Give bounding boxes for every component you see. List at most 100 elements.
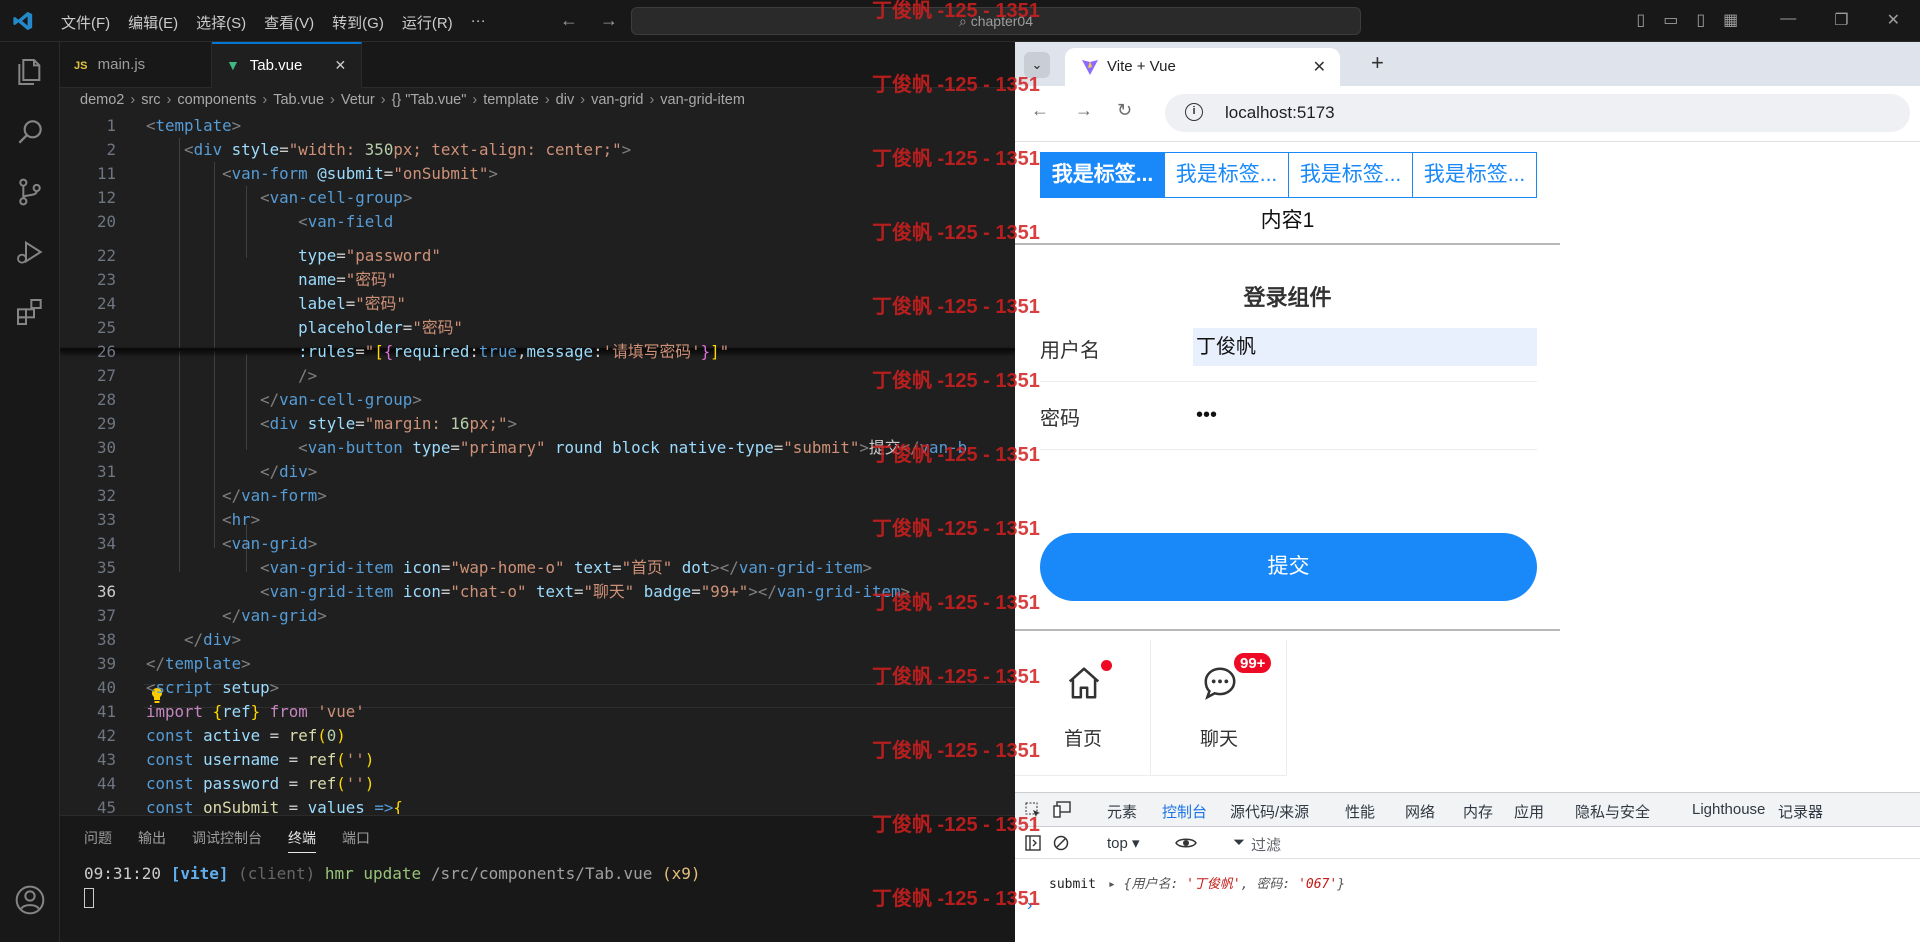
devtools-tab[interactable]: 控制台 xyxy=(1162,801,1208,829)
vant-tab[interactable]: 我是标签... xyxy=(1289,153,1413,197)
devtools-tab[interactable]: 网络 xyxy=(1405,801,1435,822)
devtools-tab[interactable]: Lighthouse xyxy=(1692,801,1765,818)
breadcrumb-separator-icon: › xyxy=(472,92,478,108)
code-token: = xyxy=(450,438,460,457)
site-info-icon[interactable]: i xyxy=(1185,103,1203,121)
close-icon[interactable]: ✕ xyxy=(334,57,346,73)
menu-item[interactable]: 选择(S) xyxy=(187,12,255,33)
console-username: '丁俊帆' xyxy=(1186,877,1241,892)
menu-item[interactable]: 查看(V) xyxy=(255,12,323,33)
code-editor[interactable]: 1 <template> 2 <div style="width: 350px; t… xyxy=(60,114,1015,814)
badge: 99+ xyxy=(1233,652,1273,674)
address-bar[interactable]: i localhost:5173 xyxy=(1165,94,1910,132)
tab-search-chevron-icon[interactable]: ⌄ xyxy=(1024,52,1050,78)
panel-tab[interactable]: 调试控制台 xyxy=(192,828,262,853)
breadcrumb-item[interactable]: Vetur xyxy=(341,92,375,108)
username-input[interactable]: 丁俊帆 xyxy=(1193,328,1537,366)
vant-tab[interactable]: 我是标签... xyxy=(1041,153,1165,197)
menu-item[interactable]: 转到(G) xyxy=(323,12,393,33)
code-token: van-grid-item xyxy=(776,582,901,601)
layout-icon[interactable]: ▦ xyxy=(1723,10,1738,30)
code-line: 33 <hr> xyxy=(60,508,1015,532)
tab-main-js[interactable]: JS main.js xyxy=(60,42,212,88)
grid-item-chat[interactable]: 99+ 聊天 xyxy=(1151,640,1287,776)
menu-item[interactable]: 编辑(E) xyxy=(119,12,187,33)
login-title: 登录组件 xyxy=(1243,285,1332,310)
account-icon[interactable] xyxy=(14,884,46,916)
browser-tab[interactable]: Vite + Vue ✕ xyxy=(1065,48,1340,86)
code-text: import {ref} from 'vue' xyxy=(146,700,365,724)
inspect-icon[interactable] xyxy=(1025,802,1041,818)
breadcrumb-item[interactable]: demo2 xyxy=(80,92,124,108)
command-center[interactable]: ⌕ chapter04 xyxy=(631,7,1361,35)
toggle-secondary-sidebar-icon[interactable]: ▯ xyxy=(1696,10,1705,30)
devtools-tab[interactable]: 记录器 xyxy=(1778,801,1823,822)
close-icon[interactable]: ✕ xyxy=(1313,57,1326,77)
panel-tab[interactable]: 终端 xyxy=(288,828,316,853)
forward-icon[interactable]: → xyxy=(1075,100,1093,121)
close-window-icon[interactable]: ✕ xyxy=(1887,10,1900,30)
line-number: 25 xyxy=(96,318,116,337)
menu-item[interactable]: ··· xyxy=(462,12,495,33)
line-number: 40 xyxy=(96,678,116,697)
code-token: </ xyxy=(184,630,204,649)
breadcrumb-item[interactable]: van-grid xyxy=(591,92,643,108)
breadcrumb-item[interactable]: div xyxy=(556,92,575,108)
breadcrumb-item[interactable]: {} "Tab.vue" xyxy=(392,92,467,108)
vant-tab[interactable]: 我是标签... xyxy=(1165,153,1289,197)
vant-tab[interactable]: 我是标签... xyxy=(1413,153,1536,197)
run-debug-icon[interactable] xyxy=(14,236,46,268)
panel-tab[interactable]: 输出 xyxy=(138,828,166,853)
console-object[interactable]: ▸ {用户名: '丁俊帆', 密码: '067'} xyxy=(1108,877,1345,892)
maximize-icon[interactable]: ❐ xyxy=(1834,10,1848,30)
forward-arrow-icon[interactable]: → xyxy=(600,10,618,31)
code-token: div xyxy=(193,140,223,159)
sidebar-toggle-icon[interactable] xyxy=(1025,835,1041,851)
code-token: round xyxy=(555,438,603,457)
code-token: '' xyxy=(345,774,365,793)
breadcrumb-item[interactable]: components xyxy=(177,92,256,108)
password-input[interactable]: ••• xyxy=(1193,396,1537,434)
breadcrumb-item[interactable]: van-grid-item xyxy=(660,92,745,108)
devtools-tab[interactable]: 应用 xyxy=(1514,801,1544,822)
devtools-tab[interactable]: 性能 xyxy=(1345,801,1375,822)
code-token: "onSubmit" xyxy=(393,164,489,183)
code-token: = xyxy=(574,582,584,601)
clear-console-icon[interactable] xyxy=(1053,835,1069,851)
console-message[interactable]: submit ▸ {用户名: '丁俊帆', 密码: '067'} xyxy=(1049,873,1345,892)
toggle-sidebar-icon[interactable]: ▯ xyxy=(1636,10,1645,30)
devtools-tab[interactable]: 源代码/来源 xyxy=(1230,801,1309,822)
code-token: style xyxy=(231,140,280,159)
filter-input[interactable]: 过滤 xyxy=(1251,834,1281,855)
devtools-tab[interactable]: 内存 xyxy=(1463,801,1493,822)
devtools-tab[interactable]: 隐私与安全 xyxy=(1575,801,1650,822)
back-arrow-icon[interactable]: ← xyxy=(560,10,578,31)
code-token: = xyxy=(440,558,451,577)
minimize-icon[interactable]: — xyxy=(1780,10,1796,30)
toggle-panel-icon[interactable]: ▭ xyxy=(1663,10,1678,30)
reload-icon[interactable]: ↻ xyxy=(1117,100,1132,121)
source-control-icon[interactable] xyxy=(14,176,46,208)
back-icon[interactable]: ← xyxy=(1031,100,1049,121)
submit-button[interactable]: 提交 xyxy=(1040,533,1537,601)
eye-icon[interactable] xyxy=(1175,835,1197,851)
panel-tab[interactable]: 端口 xyxy=(342,828,370,853)
device-toolbar-icon[interactable] xyxy=(1053,801,1071,818)
explorer-icon[interactable] xyxy=(14,56,46,88)
terminal-output[interactable]: 09:31:20 [vite] (client) hmr update /src… xyxy=(84,864,701,883)
new-tab-icon[interactable]: + xyxy=(1371,50,1384,76)
tab-tab-vue[interactable]: ▼ Tab.vue ✕ xyxy=(212,42,362,88)
console-prompt-icon[interactable]: › xyxy=(1027,897,1032,915)
panel-tab[interactable]: 问题 xyxy=(84,828,112,853)
devtools-tab[interactable]: 元素 xyxy=(1107,801,1137,822)
breadcrumb-item[interactable]: template xyxy=(483,92,539,108)
search-icon[interactable] xyxy=(14,116,46,148)
breadcrumb-item[interactable]: src xyxy=(141,92,160,108)
code-line: 26 :rules="[{required:true,message:'请填写密… xyxy=(60,340,1015,364)
menu-item[interactable]: 文件(F) xyxy=(52,12,119,33)
grid-item-home[interactable]: 首页 xyxy=(1015,640,1151,776)
extensions-icon[interactable] xyxy=(14,296,46,328)
context-selector[interactable]: top ▾ xyxy=(1107,834,1140,852)
breadcrumb-item[interactable]: Tab.vue xyxy=(273,92,324,108)
menu-item[interactable]: 运行(R) xyxy=(393,12,462,33)
